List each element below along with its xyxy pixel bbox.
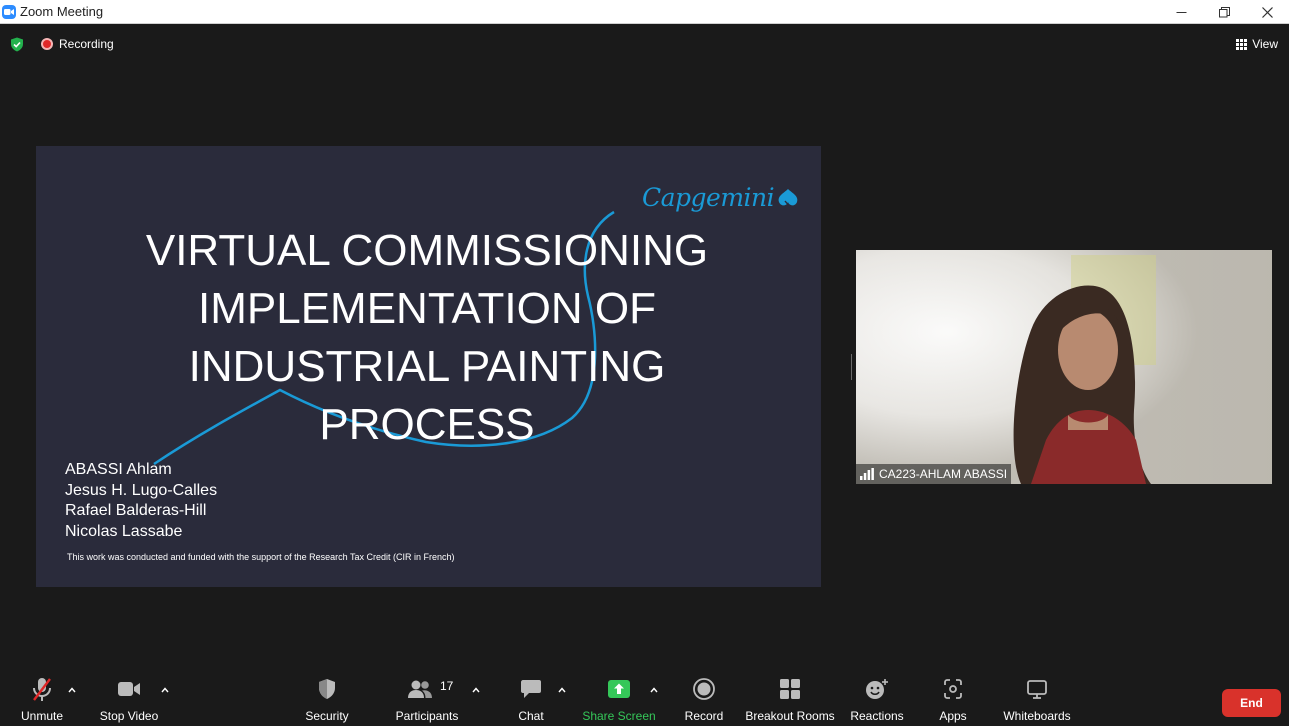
shared-screen-slide: Capgemini VIRTUAL COMMISSIONING IMPLEMEN… [36,146,821,587]
recording-indicator-icon [41,38,53,50]
window-controls [1160,0,1289,24]
apps-button[interactable]: Apps [937,675,969,726]
author-name: Rafael Balderas-Hill [65,502,207,519]
author-name: ABASSI Ahlam [65,461,172,478]
capgemini-logo: Capgemini [642,183,800,212]
reactions-smiley-icon [866,679,888,699]
restore-icon [1219,6,1230,17]
window-titlebar: Zoom Meeting [0,0,1289,24]
apps-icon [944,679,962,699]
spade-logo-icon [778,188,798,208]
signal-strength-icon [860,468,874,480]
meeting-toolbar: Unmute Stop Video Security 17 Participan… [0,675,1289,726]
participant-video-tile[interactable]: CA223-AHLAM ABASSI [856,250,1272,484]
chat-label: Chat [518,709,544,723]
record-icon [693,678,715,700]
video-camera-icon [118,682,140,696]
end-meeting-button[interactable]: End [1222,689,1281,717]
muted-microphone-icon [33,678,51,701]
split-view-divider[interactable] [851,354,852,380]
grid-view-icon [1236,38,1248,50]
participants-options-caret-icon[interactable] [471,685,481,695]
close-button[interactable] [1246,0,1289,24]
participant-name-tag: CA223-AHLAM ABASSI [856,464,1012,484]
restore-button[interactable] [1203,0,1246,24]
reactions-label: Reactions [850,709,904,723]
logo-text: Capgemini [642,183,775,212]
recording-label[interactable]: Recording [59,37,114,51]
video-options-caret-icon[interactable] [160,685,170,695]
whiteboards-label: Whiteboards [1003,709,1071,723]
stop-video-label: Stop Video [99,709,159,723]
slide-authors: ABASSI Ahlam Jesus H. Lugo-Calles Rafael… [65,460,217,542]
breakout-rooms-label: Breakout Rooms [745,709,835,723]
author-name: Nicolas Lassabe [65,522,183,540]
record-button[interactable]: Record [684,675,724,726]
encryption-shield-icon[interactable] [10,37,24,52]
breakout-rooms-icon [780,679,800,699]
participants-button[interactable]: 17 Participants [395,675,459,726]
audio-options-caret-icon[interactable] [67,685,77,695]
share-screen-label: Share Screen [582,709,656,723]
reactions-button[interactable]: Reactions [850,675,904,726]
slide-title: VIRTUAL COMMISSIONING IMPLEMENTATION OF … [145,226,709,449]
share-screen-arrow-icon [608,680,630,698]
slide-footnote: This work was conducted and funded with … [67,552,455,562]
security-shield-icon [319,679,335,699]
participants-label: Participants [395,709,459,723]
chat-button[interactable]: Chat [513,675,549,726]
security-label: Security [305,709,349,723]
view-label: View [1252,37,1278,51]
zoom-app-icon [2,4,16,19]
unmute-label: Unmute [20,709,64,723]
whiteboards-button[interactable]: Whiteboards [1002,675,1072,726]
close-icon [1262,6,1273,18]
participant-video-feed [856,250,1272,484]
minimize-icon [1176,11,1187,13]
unmute-button[interactable]: Unmute [20,675,64,726]
participant-name: CA223-AHLAM ABASSI [879,467,1008,481]
window-title: Zoom Meeting [20,4,104,19]
apps-label: Apps [939,709,967,723]
chat-bubble-icon [521,680,541,698]
share-options-caret-icon[interactable] [649,685,659,695]
chat-options-caret-icon[interactable] [557,685,567,695]
whiteboard-icon [1027,680,1047,699]
view-button[interactable]: View [1236,37,1278,51]
participants-icon [408,680,432,698]
breakout-rooms-button[interactable]: Breakout Rooms [745,675,835,726]
author-name: Jesus H. Lugo-Calles [65,481,218,499]
participants-count: 17 [440,679,454,693]
share-screen-button[interactable]: Share Screen [582,675,656,726]
minimize-button[interactable] [1160,0,1203,24]
stop-video-button[interactable]: Stop Video [100,675,158,726]
security-button[interactable]: Security [304,675,350,726]
record-label: Record [684,709,724,723]
